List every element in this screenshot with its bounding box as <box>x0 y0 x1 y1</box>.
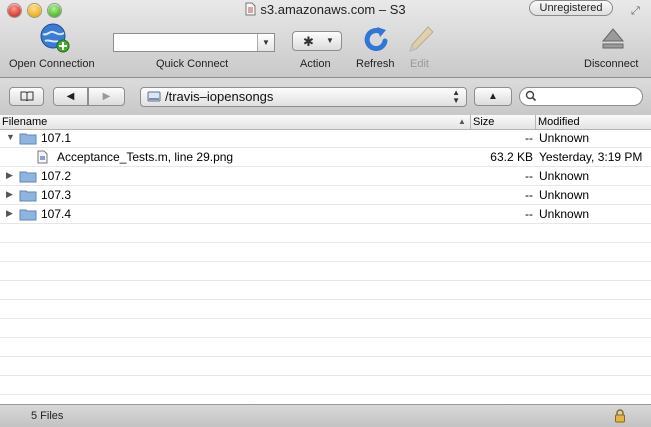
column-separator[interactable] <box>535 115 536 129</box>
document-icon <box>245 2 256 16</box>
forward-button[interactable]: ▶ <box>88 87 125 106</box>
disconnect-label: Disconnect <box>584 58 639 70</box>
fullscreen-icon[interactable]: ⤢ <box>631 5 643 17</box>
file-list: ▼ 107.1 -- Unknown Acceptance_Tests.m, l… <box>0 129 651 404</box>
back-button[interactable]: ◀ <box>53 87 88 106</box>
path-select[interactable]: /travis–iopensongs ▲ ▼ <box>140 87 467 107</box>
search-field[interactable] <box>519 87 643 106</box>
sort-ascending-icon: ▲ <box>458 117 466 126</box>
title-toolbar-area: s3.amazonaws.com – S3 Unregistered ⤢ Ope… <box>0 0 651 78</box>
column-header-row: Filename ▲ Size Modified <box>0 115 651 130</box>
file-modified: Unknown <box>539 188 590 202</box>
file-row[interactable]: ▶ 107.2 -- Unknown <box>0 167 651 186</box>
empty-row <box>0 319 651 338</box>
path-bar: ◀ ▶ /travis–iopensongs ▲ ▼ ▲ <box>0 78 651 116</box>
file-size: 63.2 KB <box>490 150 533 164</box>
refresh-label: Refresh <box>356 58 395 70</box>
quick-connect-field[interactable]: ▼ <box>113 33 275 52</box>
open-connection-label: Open Connection <box>9 58 95 70</box>
empty-row <box>0 224 651 243</box>
disclosure-expanded-icon[interactable]: ▼ <box>6 132 15 142</box>
file-count: 5 Files <box>31 410 64 422</box>
eject-icon <box>601 28 625 49</box>
empty-row <box>0 281 651 300</box>
file-modified: Unknown <box>539 131 590 145</box>
bookmarks-button[interactable] <box>9 87 44 106</box>
file-name: 107.3 <box>41 188 72 202</box>
image-file-icon <box>37 150 48 164</box>
file-row[interactable]: ▶ 107.3 -- Unknown <box>0 186 651 205</box>
file-name: 107.4 <box>41 207 72 221</box>
globe-plus-icon <box>40 23 70 53</box>
file-size: -- <box>525 188 533 202</box>
file-size: -- <box>525 131 533 145</box>
window-title: s3.amazonaws.com – S3 <box>260 2 406 17</box>
gear-icon: ✱ <box>303 34 314 49</box>
empty-row <box>0 243 651 262</box>
disclosure-collapsed-icon[interactable]: ▶ <box>6 170 13 181</box>
file-name: Acceptance_Tests.m, line 29.png <box>57 150 234 164</box>
empty-row <box>0 262 651 281</box>
chevron-down-icon[interactable]: ▼ <box>257 34 274 51</box>
action-button[interactable]: ✱ ▼ <box>292 31 342 51</box>
up-down-arrows-icon: ▲ ▼ <box>452 88 460 105</box>
path-text: /travis–iopensongs <box>165 89 274 104</box>
back-arrow-icon: ◀ <box>66 91 75 102</box>
refresh-arrow-icon <box>364 27 388 52</box>
status-bar: 5 Files <box>0 404 651 427</box>
parent-folder-button[interactable]: ▲ <box>474 87 512 106</box>
app-window: s3.amazonaws.com – S3 Unregistered ⤢ Ope… <box>0 0 651 427</box>
quick-connect-label: Quick Connect <box>156 58 229 70</box>
edit-label: Edit <box>410 58 429 70</box>
file-name: 107.1 <box>41 131 72 145</box>
file-row[interactable]: Acceptance_Tests.m, line 29.png 63.2 KB … <box>0 148 651 167</box>
file-modified: Unknown <box>539 207 590 221</box>
pencil-icon <box>409 26 434 52</box>
column-header-size[interactable]: Size <box>473 115 494 129</box>
column-header-filename[interactable]: Filename <box>2 115 47 129</box>
file-row[interactable]: ▼ 107.1 -- Unknown <box>0 129 651 148</box>
file-modified: Unknown <box>539 169 590 183</box>
file-size: -- <box>525 169 533 183</box>
file-name: 107.2 <box>41 169 72 183</box>
folder-icon <box>19 171 37 183</box>
column-separator[interactable] <box>470 115 471 129</box>
empty-row <box>0 338 651 357</box>
lock-icon[interactable] <box>614 409 626 423</box>
up-arrow-icon: ▲ <box>488 91 498 102</box>
search-icon <box>525 90 537 102</box>
empty-row <box>0 300 651 319</box>
folder-icon <box>19 133 37 145</box>
chevron-down-icon: ▼ <box>326 36 334 45</box>
folder-icon <box>19 209 37 221</box>
file-row[interactable]: ▶ 107.4 -- Unknown <box>0 205 651 224</box>
unregistered-badge[interactable]: Unregistered <box>529 0 613 16</box>
empty-row <box>0 376 651 395</box>
empty-row <box>0 357 651 376</box>
column-header-modified[interactable]: Modified <box>538 115 580 129</box>
disclosure-collapsed-icon[interactable]: ▶ <box>6 208 13 219</box>
disclosure-collapsed-icon[interactable]: ▶ <box>6 189 13 200</box>
book-icon <box>20 91 33 102</box>
action-label: Action <box>300 58 331 70</box>
folder-icon <box>19 190 37 202</box>
forward-arrow-icon: ▶ <box>102 91 111 102</box>
drive-icon <box>147 91 161 102</box>
file-size: -- <box>525 207 533 221</box>
file-modified: Yesterday, 3:19 PM <box>539 150 643 164</box>
